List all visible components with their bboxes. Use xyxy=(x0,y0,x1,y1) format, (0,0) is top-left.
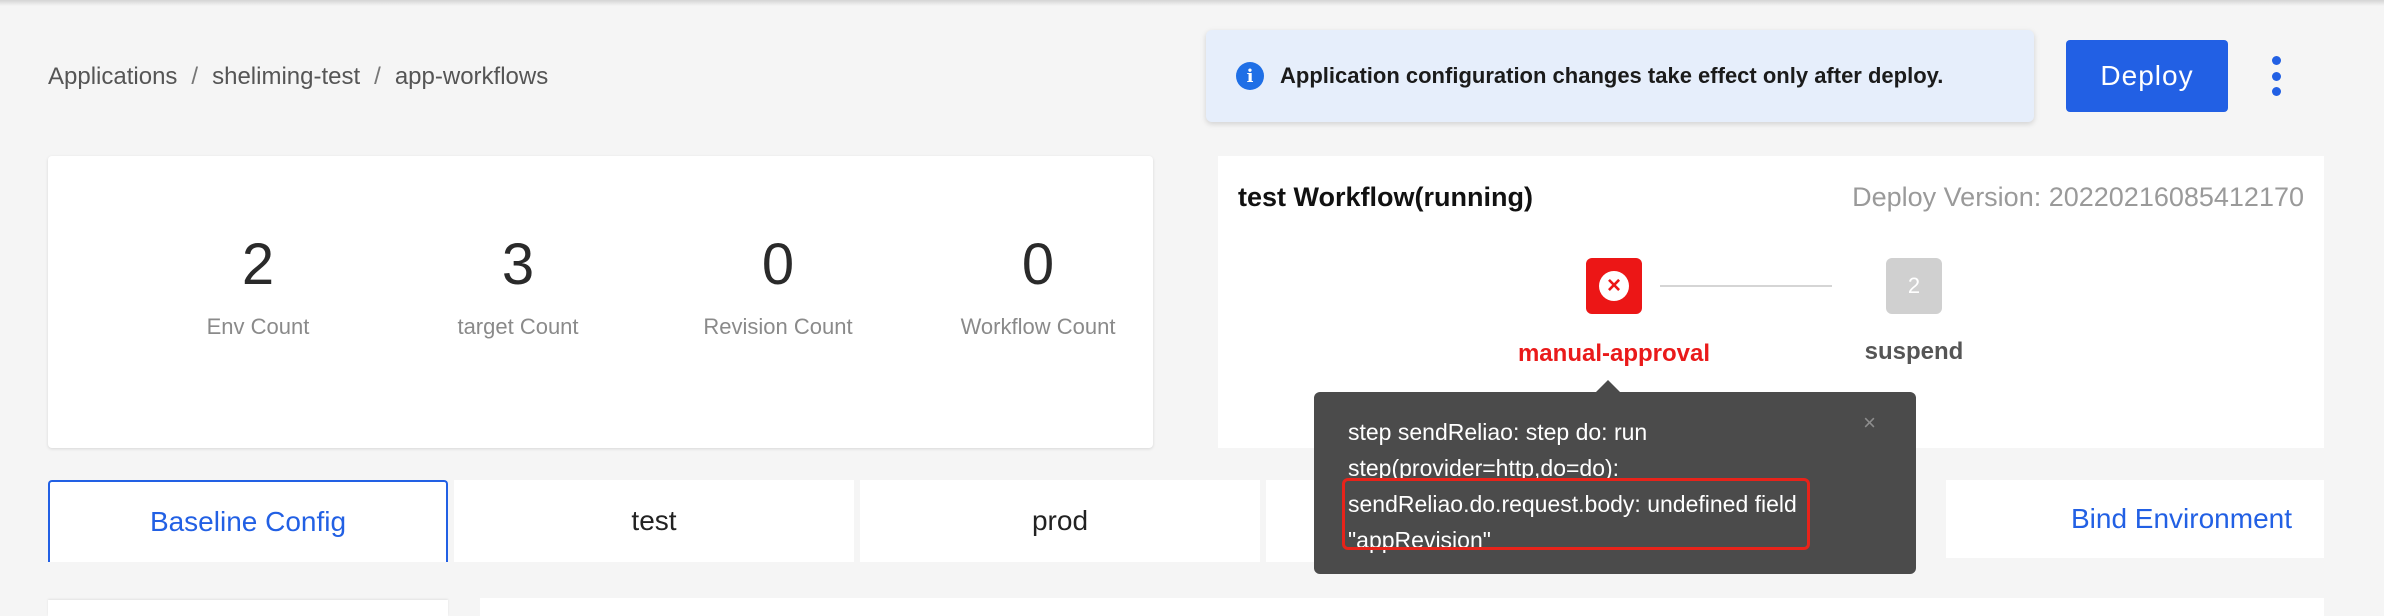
tab-prod[interactable]: prod xyxy=(860,480,1260,562)
stats-card: 2 Env Count 3 target Count 0 Revision Co… xyxy=(48,156,1153,448)
stat-label: Env Count xyxy=(206,314,310,339)
breadcrumb-applications[interactable]: Applications xyxy=(48,63,177,91)
notice-text: Application configuration changes take e… xyxy=(1280,63,1944,88)
stat-revision-count: 0 Revision Count xyxy=(668,236,888,340)
stat-workflow-count: 0 Workflow Count xyxy=(928,236,1148,340)
stat-value: 3 xyxy=(501,232,535,297)
stat-label: target Count xyxy=(457,314,579,339)
stat-label: Revision Count xyxy=(703,314,853,339)
stat-label: Workflow Count xyxy=(960,314,1116,339)
bind-environment-button[interactable]: Bind Environment xyxy=(1946,480,2324,558)
close-circle-icon: × xyxy=(1599,271,1629,301)
top-shadow xyxy=(0,0,2384,6)
breadcrumb-separator: / xyxy=(374,63,381,90)
breadcrumb-app[interactable]: sheliming-test xyxy=(212,63,360,91)
workflow-step-suspend[interactable]: 2 xyxy=(1886,258,1942,314)
sidebar-panel xyxy=(48,600,448,616)
workflow-step-manual-approval[interactable]: × xyxy=(1586,258,1642,314)
stat-env-count: 2 Env Count xyxy=(148,236,368,340)
deploy-button[interactable]: Deploy xyxy=(2066,40,2228,112)
step-label-manual-approval: manual-approval xyxy=(1517,340,1711,367)
content-panel xyxy=(480,598,2324,616)
stat-target-count: 3 target Count xyxy=(408,236,628,340)
tab-baseline-config[interactable]: Baseline Config xyxy=(48,480,448,562)
step-connector xyxy=(1660,285,1832,287)
workflow-title: test Workflow(running) xyxy=(1238,182,1533,212)
tooltip-arrow xyxy=(1596,380,1620,392)
stat-value: 0 xyxy=(1021,232,1055,297)
breadcrumb-separator: / xyxy=(191,63,199,90)
more-options-icon[interactable] xyxy=(2262,56,2290,96)
deploy-version: Deploy Version: 20220216085412170 xyxy=(1852,182,2304,212)
deploy-notice: i Application configuration changes take… xyxy=(1206,30,2034,122)
error-highlight-box xyxy=(1342,478,1810,550)
breadcrumb-current: app-workflows xyxy=(394,63,549,90)
close-icon[interactable]: × xyxy=(1863,410,1876,436)
stat-value: 2 xyxy=(241,232,275,297)
step-error-tooltip: × step sendReliao: step do: run step(pro… xyxy=(1314,380,1916,574)
info-icon: i xyxy=(1236,62,1264,90)
breadcrumb: Applications / sheliming-test / app-work… xyxy=(48,62,548,92)
stat-value: 0 xyxy=(761,232,795,297)
tab-test[interactable]: test xyxy=(454,480,854,562)
step-label-suspend: suspend xyxy=(1864,338,1964,365)
